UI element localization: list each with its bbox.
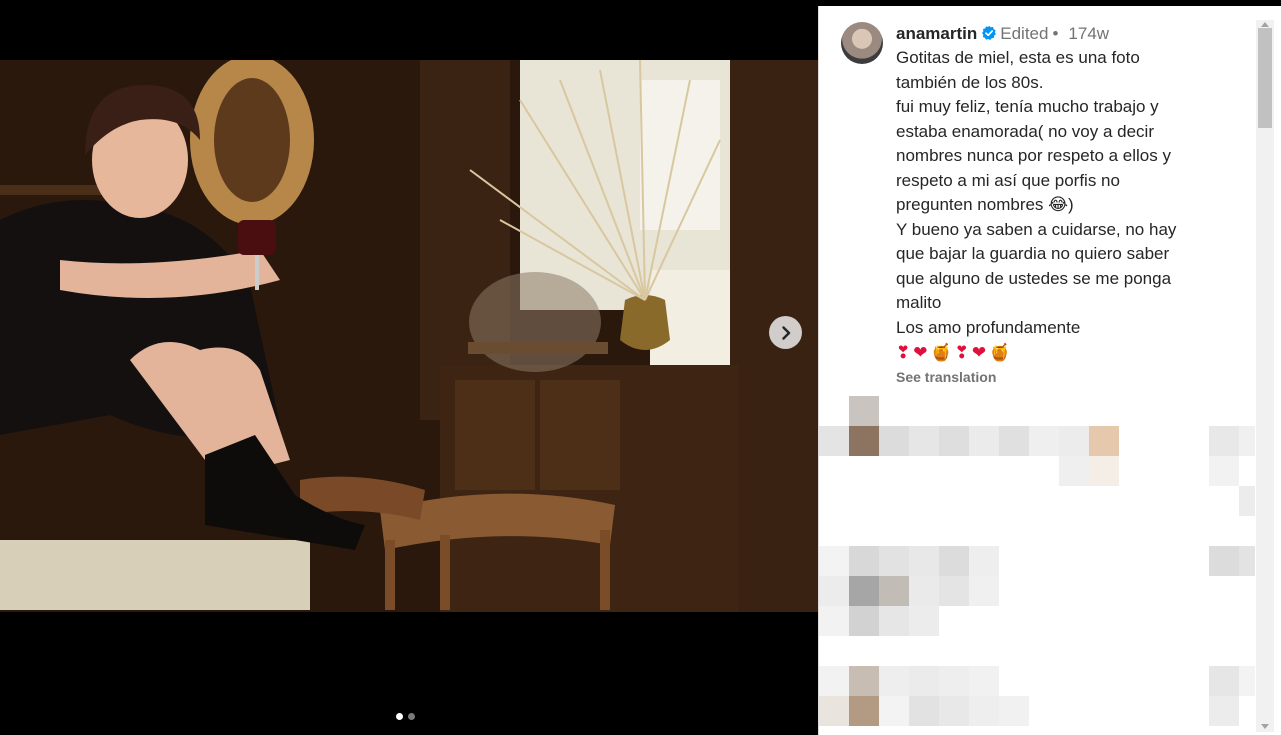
scroll-up-icon[interactable]: [1261, 22, 1269, 27]
caption-line: Gotitas de miel, esta es una foto: [896, 48, 1140, 67]
pixel-block: [849, 576, 879, 606]
verified-badge-icon: [982, 25, 997, 40]
post-time[interactable]: 174w: [1068, 24, 1109, 43]
caption-header: anamartin Edited • 174w: [896, 22, 1216, 46]
pixel-block: [1029, 426, 1059, 456]
pixel-block: [909, 666, 939, 696]
chevron-right-icon: [781, 325, 790, 340]
post-sidebar: anamartin Edited • 174w Gotitas de miel, e…: [818, 6, 1281, 735]
pixel-block: [819, 666, 849, 696]
pixel-block: [969, 576, 999, 606]
pixel-block: [1059, 426, 1089, 456]
caption-line: estaba enamorada( no voy a decir: [896, 121, 1154, 141]
pixel-block: [1239, 546, 1255, 576]
heart-exclamation-icon: ❣: [954, 343, 969, 362]
caption-line: que alguno de ustedes se me ponga: [896, 268, 1172, 288]
pixel-block: [1239, 426, 1255, 456]
pixel-block: [909, 576, 939, 606]
pixel-block: [999, 426, 1029, 456]
pixel-block: [1209, 546, 1239, 576]
heart-exclamation-icon: ❣: [896, 343, 911, 362]
pixel-block: [879, 576, 909, 606]
pixel-block: [849, 426, 879, 456]
post-photo: [0, 60, 818, 612]
caption-line: también de los 80s.: [896, 72, 1044, 92]
pixel-block: [939, 546, 969, 576]
heart-icon: ❤: [913, 343, 928, 362]
caption-line: Y bueno ya saben a cuidarse, no hay: [896, 219, 1177, 239]
pixel-block: [969, 666, 999, 696]
pixel-block: [969, 426, 999, 456]
carousel-indicator: [396, 713, 415, 720]
pixel-block: [879, 426, 909, 456]
avatar[interactable]: [841, 22, 883, 64]
media-viewer: [0, 0, 818, 735]
pixel-block: [1089, 456, 1119, 486]
pixel-block: [849, 666, 879, 696]
pixel-block: [1209, 456, 1239, 486]
caption-line: pregunten nombres 😂): [896, 195, 1074, 214]
carousel-dot: [408, 713, 415, 720]
pixel-block: [819, 426, 849, 456]
pixel-block: [909, 426, 939, 456]
see-translation-link[interactable]: See translation: [896, 369, 1216, 385]
caption-line: respeto a mi así que porfis no: [896, 170, 1120, 190]
caption-line: nombres nunca por respeto a ellos y: [896, 146, 1171, 165]
pixel-block: [1209, 696, 1239, 726]
emoji-line: ❣ ❤ 🍯 ❣ ❤ 🍯: [896, 343, 1216, 363]
carousel-dot-active: [396, 713, 403, 720]
pixel-block: [999, 696, 1029, 726]
pixel-block: [1089, 426, 1119, 456]
caption-line: fui muy feliz, tenía mucho trabajo y: [896, 97, 1159, 116]
pixel-block: [909, 606, 939, 636]
scrollbar-thumb[interactable]: [1258, 28, 1272, 128]
pixel-block: [879, 546, 909, 576]
pixel-block: [879, 606, 909, 636]
honey-pot-icon: 🍯: [989, 343, 1011, 362]
pixel-block: [909, 696, 939, 726]
pixel-block: [939, 576, 969, 606]
pixel-block: [1239, 666, 1255, 696]
caption: anamartin Edited • 174w Gotitas de miel, e…: [841, 22, 1241, 385]
pixel-block: [849, 546, 879, 576]
photo-illustration: [0, 60, 818, 612]
pixel-block: [1059, 456, 1089, 486]
comments-pixelated: [819, 396, 1255, 735]
pixel-block: [849, 606, 879, 636]
pixel-block: [849, 396, 879, 426]
separator-dot: •: [1052, 24, 1059, 43]
pixel-block: [849, 696, 879, 726]
pixel-block: [939, 696, 969, 726]
pixel-block: [909, 546, 939, 576]
pixel-block: [969, 546, 999, 576]
pixel-block: [819, 606, 849, 636]
pixel-block: [879, 666, 909, 696]
pixel-block: [1209, 426, 1239, 456]
pixel-block: [939, 666, 969, 696]
pixel-block: [939, 426, 969, 456]
pixel-block: [1209, 666, 1239, 696]
next-slide-button[interactable]: [769, 316, 802, 349]
pixel-block: [1239, 486, 1255, 516]
edited-label: Edited: [1000, 24, 1049, 43]
username[interactable]: anamartin: [896, 24, 977, 43]
caption-line: Los amo profundamente: [896, 317, 1081, 337]
caption-line: malito: [896, 293, 942, 312]
heart-icon: ❤: [971, 343, 987, 362]
pixel-block: [819, 546, 849, 576]
honey-pot-icon: 🍯: [930, 343, 952, 362]
pixel-block: [879, 696, 909, 726]
caption-body: anamartin Edited • 174w Gotitas de miel, e…: [896, 22, 1216, 385]
pixel-block: [819, 696, 849, 726]
caption-line: que bajar la guardia no quiero saber: [896, 244, 1170, 263]
pixel-block: [969, 696, 999, 726]
pixel-block: [819, 576, 849, 606]
scroll-down-icon[interactable]: [1261, 724, 1269, 729]
